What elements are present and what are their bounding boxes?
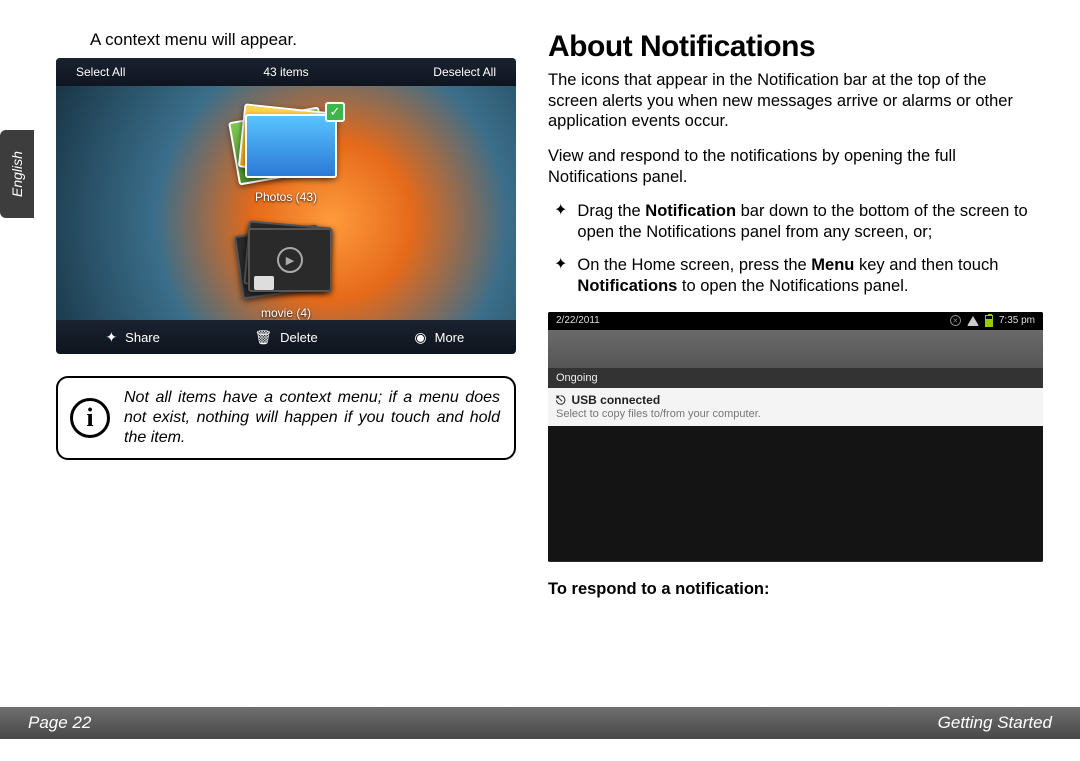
context-menu-screenshot: Select All 43 items Deselect All ✓ Photo… — [56, 58, 516, 354]
status-time: 7:35 pm — [999, 315, 1035, 326]
panel-header — [548, 330, 1043, 368]
paragraph-2: View and respond to the notifications by… — [548, 146, 1038, 187]
more-button[interactable]: ◉More — [363, 329, 516, 346]
bullet-2: ✦ On the Home screen, press the Menu key… — [554, 255, 1038, 297]
panel-handle[interactable] — [548, 561, 1043, 562]
bullet-1: ✦ Drag the Notification bar down to the … — [554, 201, 1038, 243]
play-icon: ▶ — [277, 247, 303, 273]
screenshot-top-bar: Select All 43 items Deselect All — [56, 58, 516, 86]
photos-thumb[interactable]: ✓ — [231, 104, 341, 184]
deselect-all-button[interactable]: Deselect All — [356, 65, 516, 79]
section-name: Getting Started — [938, 713, 1052, 733]
status-date: 2/22/2011 — [556, 315, 600, 326]
ongoing-header: Ongoing — [548, 368, 1043, 388]
battery-icon — [985, 315, 993, 327]
more-icon: ◉ — [414, 329, 426, 346]
trash-icon: 🗑 — [254, 329, 272, 346]
language-tab: English — [0, 130, 34, 218]
share-icon: ✦ — [105, 329, 117, 346]
movie-label: movie (4) — [56, 306, 516, 320]
status-bar: 2/22/2011 ✕ 7:35 pm — [548, 312, 1043, 330]
subheading: To respond to a notification: — [548, 580, 1038, 599]
delete-button[interactable]: 🗑Delete — [209, 329, 362, 346]
left-column: A context menu will appear. Select All 4… — [38, 30, 518, 599]
thumbnails-area: ✓ Photos (43) ▶ movie (4) — [56, 104, 516, 320]
notifications-screenshot: 2/22/2011 ✕ 7:35 pm Ongoing ⎋USB connect… — [548, 312, 1043, 562]
page-body: A context menu will appear. Select All 4… — [0, 0, 1080, 599]
star-icon: ✦ — [554, 255, 567, 297]
photos-label: Photos (43) — [56, 190, 516, 204]
note-text: Not all items have a context menu; if a … — [124, 388, 500, 448]
usb-icon: ⎋ — [556, 393, 566, 408]
notification-item[interactable]: ⎋USB connected Select to copy files to/f… — [548, 388, 1043, 426]
page-footer: Page 22 Getting Started — [0, 707, 1080, 739]
star-icon: ✦ — [554, 201, 567, 243]
movie-thumb[interactable]: ▶ — [236, 218, 336, 302]
panel-empty-area — [548, 426, 1043, 561]
bullet-list: ✦ Drag the Notification bar down to the … — [548, 201, 1038, 297]
info-icon: i — [70, 398, 110, 438]
share-button[interactable]: ✦Share — [56, 329, 209, 346]
paragraph-1: The icons that appear in the Notificatio… — [548, 70, 1038, 132]
wifi-icon — [967, 316, 979, 326]
item-count: 43 items — [216, 65, 356, 79]
page-number: Page 22 — [28, 713, 91, 733]
section-heading: About Notifications — [548, 30, 1038, 64]
right-column: About Notifications The icons that appea… — [548, 30, 1038, 599]
notification-subtext: Select to copy files to/from your comput… — [556, 408, 1035, 420]
info-note: i Not all items have a context menu; if … — [56, 376, 516, 460]
folder-icon — [254, 276, 274, 290]
checkmark-icon: ✓ — [325, 102, 345, 122]
select-all-button[interactable]: Select All — [56, 65, 216, 79]
screenshot-bottom-bar: ✦Share 🗑Delete ◉More — [56, 320, 516, 354]
context-caption: A context menu will appear. — [90, 30, 518, 50]
sync-icon: ✕ — [950, 315, 961, 326]
